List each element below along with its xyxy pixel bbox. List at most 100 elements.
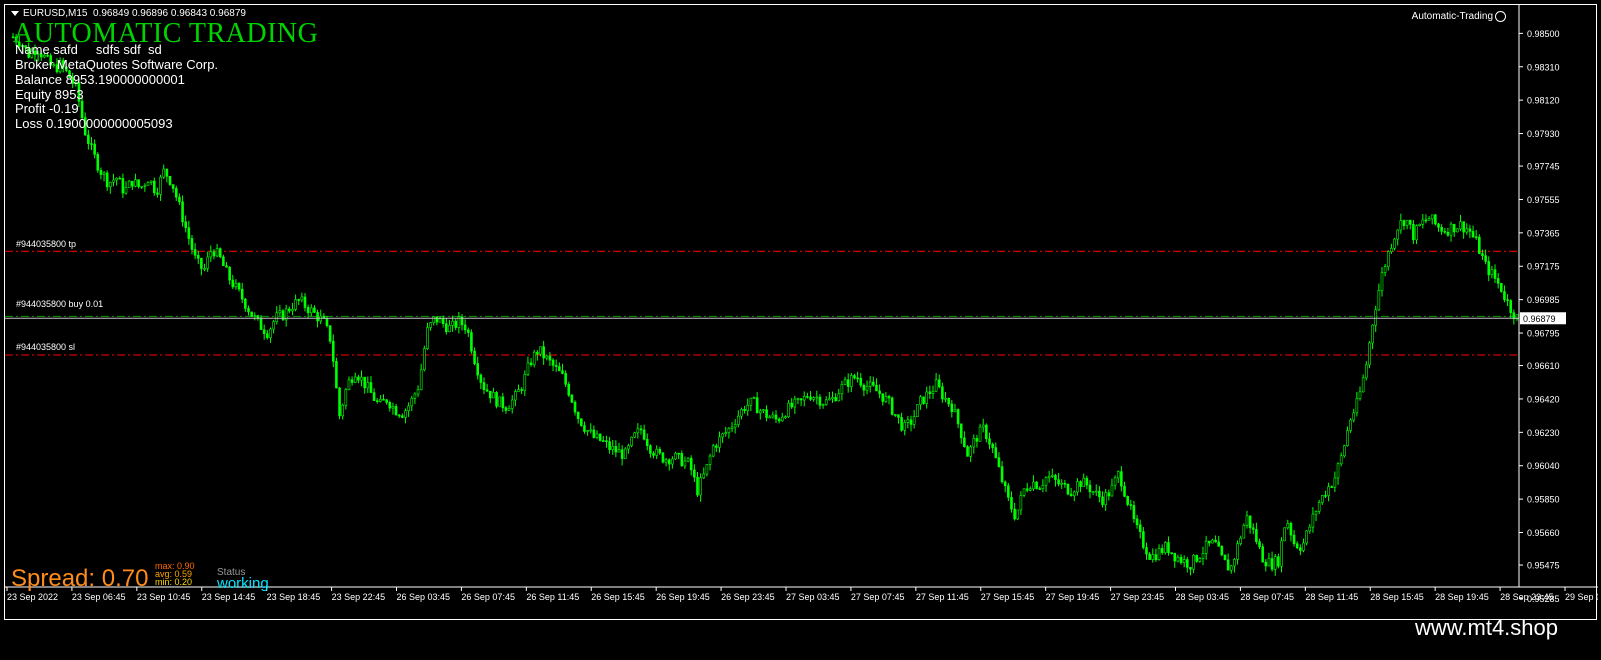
candle-body [950,403,954,413]
candle-body [749,397,753,406]
dropdown-icon[interactable] [11,10,19,16]
candle-body [1462,221,1465,233]
candle-body [441,318,445,324]
candle-body [586,430,589,432]
price-chart[interactable]: 0.98500 0.98310 0.98120 0.97930 0.97745 0.975… [5,5,1598,621]
candle-body [743,409,746,411]
candle-body [903,422,907,431]
candle-body [1270,558,1274,570]
candle-body [1506,299,1509,301]
candle-body [1217,541,1221,547]
candle-body [664,459,668,463]
y-tick-label: 0.97365 [1527,228,1560,238]
candle-body [708,455,712,465]
candle-body [997,457,1001,467]
candle-body [1057,479,1060,485]
candle-body [988,438,991,445]
candle-body [1399,220,1403,231]
candle-body [445,323,448,332]
candle-body [1007,485,1010,498]
candle-body [137,179,140,187]
candle-body [234,283,238,288]
ea-name-label[interactable]: Automatic-Trading [1412,11,1506,22]
candle-body [623,448,627,459]
candle-body [564,373,567,385]
candle-body [1424,219,1428,222]
candle-body [1346,430,1349,447]
x-tick-label: 28 Sep 07:45 [1240,592,1294,602]
candle-body [146,182,150,186]
candle-body [1500,283,1503,292]
candle-body [109,181,112,188]
candle-body [1509,300,1513,314]
candle-body [978,426,982,442]
candle-body [526,362,530,375]
candle-body [661,452,665,463]
candle-body [222,256,225,266]
candle-body [645,438,649,446]
candle-body [256,315,260,319]
candle-body [225,265,228,268]
candle-body [881,393,885,402]
candle-body [598,433,602,441]
candle-body [105,172,109,188]
candle-body [209,251,213,258]
candle-body [363,376,366,389]
candle-body [1452,223,1456,233]
candle-body [1330,486,1334,488]
candle-body [1468,228,1472,232]
x-tick-label: 23 Sep 06:45 [72,592,126,602]
candle-body [1025,488,1029,491]
candle-body [1368,342,1371,366]
candle-body [912,416,916,425]
y-tick-label: 0.96420 [1527,394,1560,404]
candle-body [919,396,922,405]
candle-body [975,438,979,442]
candle-body [432,316,436,323]
candle-body [865,385,869,391]
candle-body [994,447,998,458]
candle-body [240,288,244,300]
candle-body [589,429,593,432]
candle-body [1229,565,1233,571]
candle-body [740,409,743,417]
candle-body [1427,218,1431,221]
candle-body [642,429,646,440]
candle-body [1355,398,1359,414]
candle-body [1198,558,1202,562]
info-broker: Broker MetaQuotes Software Corp. [15,57,219,72]
candle-body [1456,228,1459,233]
candle-body [335,361,338,389]
chart-window[interactable]: 0.98500 0.98310 0.98120 0.97930 0.97745 0.975… [4,4,1598,621]
candle-body [341,404,344,417]
tp-label: #944035800 tp [16,239,77,249]
candle-body [338,387,341,417]
x-tick-label: 28 Sep 15:45 [1370,592,1424,602]
candle-body [762,409,765,412]
candle-body [724,432,728,435]
candle-body [536,351,539,355]
candle-body [1060,482,1064,485]
candle-body [1107,492,1111,497]
candle-body [1129,504,1133,506]
candle-body [1418,223,1421,226]
candle-body [394,406,398,416]
candle-body [429,322,432,328]
candle-body [102,172,106,175]
candle-body [985,424,988,440]
candle-body [353,376,357,383]
candle-body [385,399,388,403]
candle-body [884,396,888,402]
candle-body [846,379,850,387]
candle-body [1207,540,1211,544]
candle-body [601,440,605,442]
candle-body [843,379,847,385]
candle-body [636,428,640,434]
candle-body [890,397,894,415]
candle-body [1038,488,1042,490]
candle-body [473,350,476,364]
candle-body [850,375,853,387]
candle-body [1022,488,1026,496]
candle-body [780,416,784,422]
y-tick-label: 0.96985 [1527,295,1560,305]
